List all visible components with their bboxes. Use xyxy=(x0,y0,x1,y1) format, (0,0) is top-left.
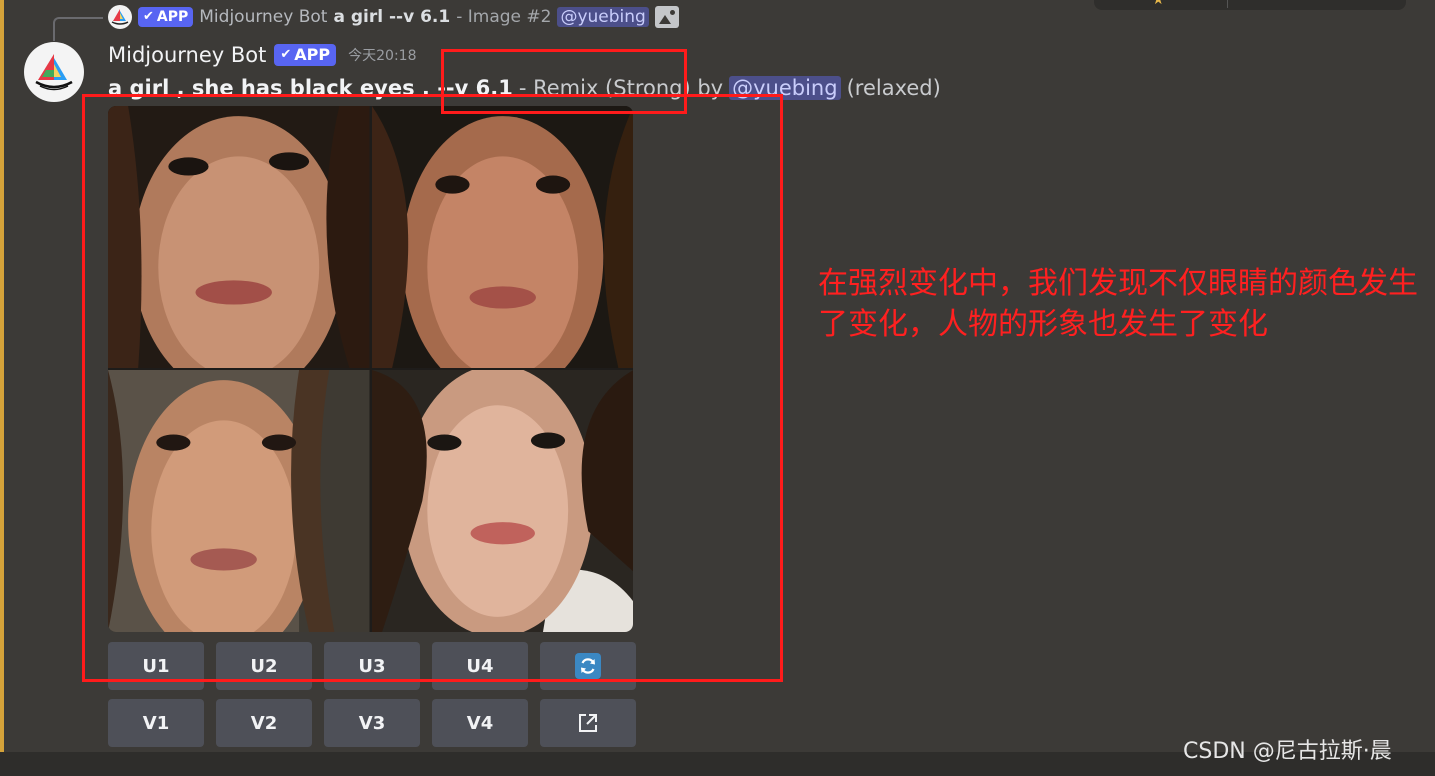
external-link-icon xyxy=(579,714,597,732)
reply-reference[interactable]: ✔ APP Midjourney Bot a girl --v 6.1 - Ima… xyxy=(108,4,679,30)
toolbar-divider xyxy=(1227,0,1228,8)
sailboat-logo-icon xyxy=(35,54,73,91)
watermark: CSDN @尼古拉斯·晨 xyxy=(1183,739,1392,764)
timestamp: 今天20:18 xyxy=(348,48,417,64)
star-icon[interactable]: ★ xyxy=(1152,0,1165,8)
check-icon: ✔ xyxy=(143,9,154,24)
variation-3-button[interactable]: V3 xyxy=(324,699,420,747)
variation-1-button[interactable]: V1 xyxy=(108,699,204,747)
annotation-text: 在强烈变化中，我们发现不仅眼睛的颜色发生了变化，人物的形象也发生了变化 xyxy=(818,266,1418,342)
annotation-box-images xyxy=(82,94,783,682)
reply-prompt[interactable]: a girl --v 6.1 xyxy=(333,7,450,27)
message-header: Midjourney Bot ✔ APP 今天20:18 xyxy=(108,40,416,70)
reply-spine xyxy=(53,17,103,41)
variation-4-button[interactable]: V4 xyxy=(432,699,528,747)
annotation-box-remix xyxy=(441,49,687,114)
variation-2-button[interactable]: V2 xyxy=(216,699,312,747)
app-badge: ✔ APP xyxy=(138,7,194,27)
reply-bot-name[interactable]: Midjourney Bot xyxy=(199,7,327,27)
unread-accent-bar xyxy=(0,0,4,752)
reply-mention[interactable]: @yuebing xyxy=(557,7,649,27)
mode-label: (relaxed) xyxy=(846,76,941,100)
image-icon xyxy=(654,6,679,28)
bot-name[interactable]: Midjourney Bot xyxy=(108,43,266,67)
sailboat-icon xyxy=(111,9,129,25)
bot-avatar[interactable] xyxy=(24,42,84,102)
open-external-button[interactable] xyxy=(540,699,636,747)
check-icon: ✔ xyxy=(280,47,292,62)
reply-meta: - Image #2 xyxy=(456,7,552,27)
reply-avatar[interactable] xyxy=(108,5,132,29)
app-badge: ✔ APP xyxy=(274,44,337,66)
message-toolbar[interactable]: ★ xyxy=(1094,0,1406,10)
